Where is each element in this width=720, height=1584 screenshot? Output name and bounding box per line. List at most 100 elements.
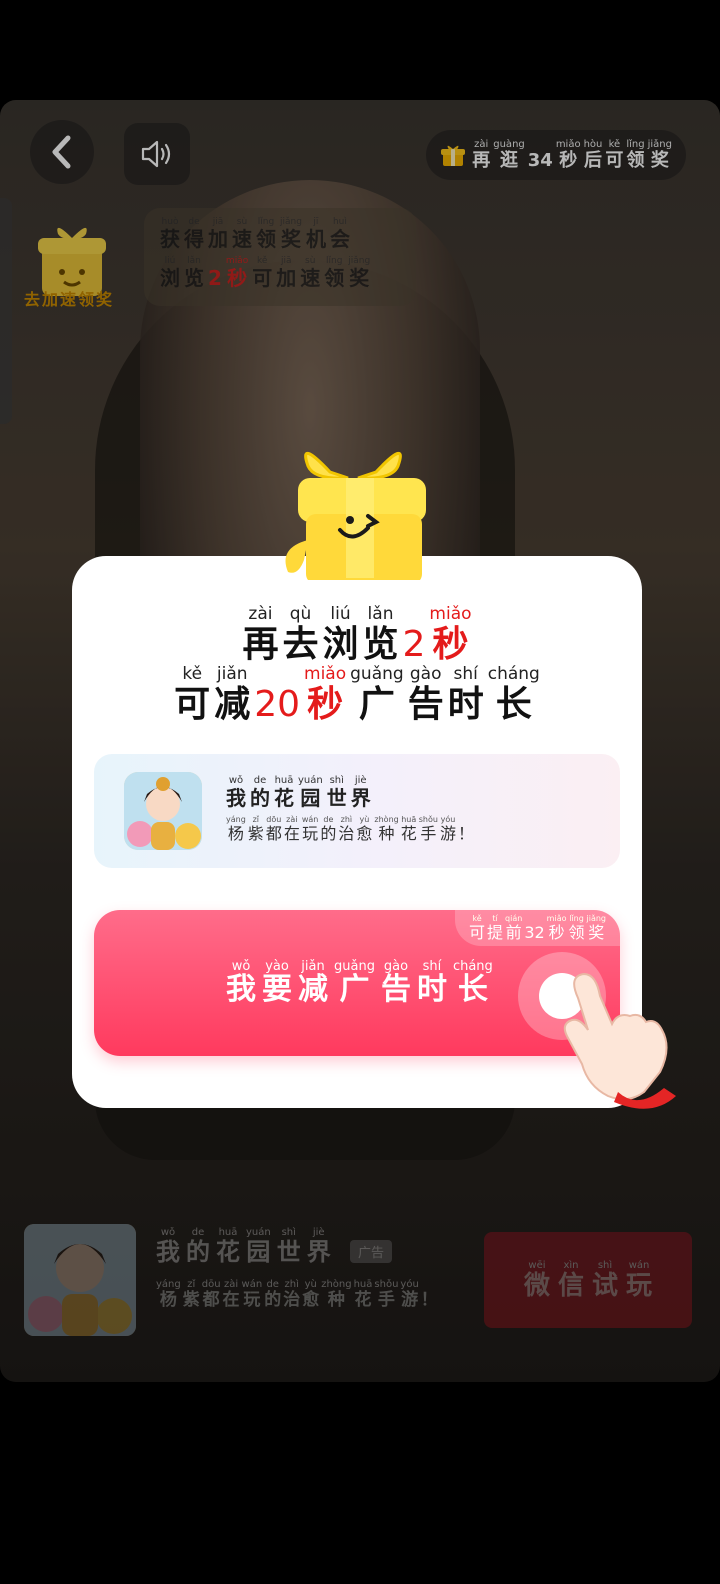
headline-hanzi: 览: [362, 624, 399, 665]
early-reward-tag: kě 可 tí 提 qián 前 32 miǎo 秒 lǐng 领 jiǎng 奖: [455, 910, 620, 946]
cta-tag-hanzi: 奖: [588, 923, 605, 942]
cta-label-char: cháng 长: [453, 960, 493, 1005]
cta-tag-pinyin: [533, 915, 536, 923]
headline-pinyin: miǎo: [429, 604, 472, 624]
app-title-hanzi: 的: [250, 786, 270, 810]
app-desc-char: shǒu 手: [419, 816, 438, 842]
app-desc-pinyin: de: [323, 815, 334, 824]
cta-tag-char: jiǎng 奖: [587, 915, 607, 941]
app-desc-char: zhòng 种: [374, 816, 398, 842]
headline-hanzi: 时: [447, 684, 484, 725]
app-desc-hanzi: 在: [283, 824, 300, 843]
cta-label-hanzi: 长: [457, 972, 488, 1007]
headline-hanzi: 再: [242, 624, 279, 665]
cta-tag-hanzi: 可: [469, 923, 486, 942]
app-desc-hanzi: 手: [420, 824, 437, 843]
headline-hanzi: 20: [254, 684, 301, 725]
app-desc-char: zài 在: [284, 816, 300, 842]
headline-char: guǎng 广: [350, 666, 404, 723]
app-title-pinyin: shì: [329, 775, 344, 786]
app-desc-hanzi: 治: [338, 824, 355, 843]
cta-label-hanzi: 减: [298, 972, 328, 1007]
app-desc-char: zhì 治: [338, 816, 354, 842]
headline-hanzi: 秒: [307, 684, 344, 725]
cta-tag-hanzi: 秒: [548, 923, 565, 942]
headline-char: miǎo 秒: [429, 606, 471, 663]
app-desc-pinyin: yù: [359, 815, 370, 824]
app-desc-pinyin: zài: [286, 815, 298, 824]
cta-tag-pinyin: kě: [472, 914, 482, 923]
cta-tag-hanzi: 领: [568, 923, 585, 942]
app-title-pinyin: de: [253, 775, 267, 786]
modal-headline-1: zài 再 qù 去 liú 浏 lǎn 览 2 miǎo 秒: [72, 606, 642, 663]
app-desc-pinyin: wán: [301, 815, 319, 824]
modal-headline-2: kě 可 jiǎn 减 20 miǎo 秒 guǎng 广 gào 告 shí 时 cháng 长: [72, 666, 642, 723]
cta-label-char: wǒ 我: [226, 960, 256, 1005]
app-desc-hanzi: 的: [320, 824, 337, 843]
app-title-pinyin: jiè: [354, 775, 367, 786]
app-desc-hanzi: 种: [378, 824, 395, 843]
app-desc-char: yáng 杨: [226, 816, 246, 842]
headline-char: lǎn 览: [363, 606, 399, 663]
cta-label-hanzi: 告: [380, 972, 411, 1007]
app-desc-pinyin: yóu: [440, 815, 456, 824]
headline-char: cháng 长: [488, 666, 540, 723]
headline-hanzi: 秒: [432, 624, 469, 665]
app-description: yáng 杨 zǐ 紫 dōu 都 zài 在 wán 玩 de 的 zhì 治 yù 愈 zhòng 种 huā 花…: [226, 816, 474, 842]
app-title-char: huā 花: [274, 775, 294, 809]
cta-label-hanzi: 要: [262, 972, 292, 1007]
headline-char: zài 再: [242, 606, 278, 663]
app-title-pinyin: wǒ: [228, 775, 244, 786]
headline-pinyin: qù: [289, 604, 312, 624]
app-title-hanzi: 世: [326, 786, 347, 810]
cta-label-hanzi: 我: [226, 972, 256, 1007]
headline-pinyin: kě: [182, 664, 203, 684]
headline-hanzi: 减: [214, 684, 251, 725]
headline-char: 2: [403, 606, 426, 663]
app-title-char: wǒ 我: [226, 775, 246, 810]
app-title-pinyin: yuán: [298, 775, 323, 786]
cta-label-char: jiǎn 减: [298, 960, 328, 1005]
app-desc-pinyin: shǒu: [418, 815, 438, 824]
headline-char: liú 浏: [322, 606, 358, 663]
app-title: wǒ 我 de 的 huā 花 yuán 园 shì 世 jiè 界: [226, 775, 371, 810]
app-promo-card[interactable]: wǒ 我 de 的 huā 花 yuán 园 shì 世 jiè 界 yáng 杨 zǐ 紫 dōu 都 zài 在…: [94, 754, 620, 868]
cta-tag-char: tí 提: [487, 915, 503, 941]
headline-pinyin: liú: [330, 604, 351, 624]
headline-char: miǎo 秒: [304, 666, 346, 723]
headline-char: shí 时: [448, 666, 484, 723]
app-desc-char: zǐ 紫: [248, 816, 264, 842]
headline-hanzi: 可: [174, 684, 211, 725]
cta-tag-hanzi: 32: [524, 923, 545, 942]
app-title-pinyin: huā: [274, 775, 294, 786]
headline-pinyin: cháng: [487, 664, 540, 684]
cta-tag-char: kě 可: [469, 915, 485, 941]
cta-tag-char: miǎo 秒: [547, 915, 567, 941]
headline-pinyin: zài: [248, 604, 273, 624]
cta-tag-pinyin: qián: [505, 914, 523, 923]
app-desc-char: yù 愈: [356, 816, 372, 842]
cta-label-char: guǎng 广: [334, 960, 375, 1005]
cta-tag-char: 32: [524, 915, 544, 941]
pointing-hand-icon: [563, 972, 676, 1109]
headline-char: kě 可: [174, 666, 210, 723]
gift-mascot-icon: [285, 452, 426, 580]
headline-pinyin: shí: [453, 664, 478, 684]
cta-tag-pinyin: jiǎng: [586, 914, 607, 923]
headline-pinyin: miǎo: [304, 664, 347, 684]
headline-pinyin: [411, 606, 416, 623]
headline-char: jiǎn 减: [214, 666, 250, 723]
app-title-hanzi: 我: [226, 786, 246, 810]
app-desc-char: dōu 都: [266, 816, 282, 842]
cta-label-char: gào 告: [381, 960, 411, 1005]
app-title-hanzi: 园: [300, 786, 321, 810]
cta-label-char: yào 要: [262, 960, 292, 1005]
headline-char: 20: [254, 666, 300, 723]
headline-hanzi: 广: [358, 684, 395, 725]
cta-tag-char: lǐng 领: [568, 915, 584, 941]
headline-char: gào 告: [408, 666, 444, 723]
app-desc-hanzi: 愈: [356, 824, 373, 843]
cta-label-hanzi: 时: [416, 972, 447, 1007]
app-desc-pinyin: yáng: [226, 815, 246, 824]
reduce-ad-time-button[interactable]: kě 可 tí 提 qián 前 32 miǎo 秒 lǐng 领 jiǎng 奖 wǒ 我 yào 要 ji…: [94, 910, 620, 1056]
